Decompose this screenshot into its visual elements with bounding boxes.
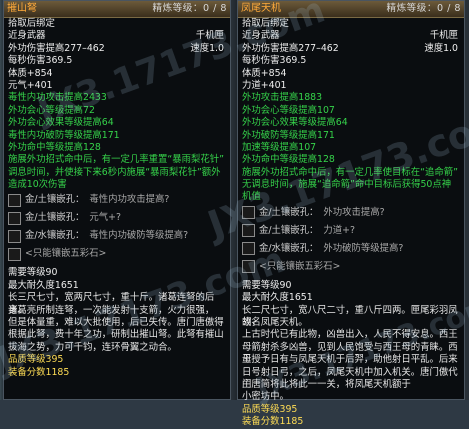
refine-level: 精炼等级：0 / 8 bbox=[386, 3, 461, 14]
tooltip-header: 摧山弩 精炼等级：0 / 8 bbox=[4, 1, 230, 18]
item-name: 凤尾天机 bbox=[241, 3, 281, 14]
special-effect-line: 无调息时间，施展“追命箭”命中目标后获得50点神 bbox=[242, 179, 452, 191]
green-attribute: 外功会心效果等级提高64 bbox=[242, 117, 348, 129]
gem-socket[interactable]: 金/土镶嵌孔： 毒性内功攻击提高? bbox=[8, 191, 227, 209]
dps: 每秒伤害369.5 bbox=[8, 55, 73, 67]
stat-primary: 体质+854 bbox=[242, 67, 287, 79]
item-description-line: 母箭射杀多凶兽，见到人民饱受与西王母的青睐。西王 bbox=[242, 341, 458, 366]
weapon-type-row: 近身武器 千机匣 bbox=[242, 30, 461, 42]
stat-secondary: 力道+401 bbox=[242, 79, 287, 91]
green-attribute: 毒性内功破防等级提高171 bbox=[8, 129, 120, 141]
tooltip-header: 凤尾天机 精炼等级：0 / 8 bbox=[238, 1, 464, 18]
socket-effect: 毒性内功攻击提高? bbox=[89, 194, 170, 206]
socket-effect: 外功攻击提高? bbox=[323, 206, 385, 218]
special-effect-line: 施展外功招式命中后，有一定几率重置“暴雨梨花针” bbox=[8, 154, 224, 166]
bind-status: 拾取后绑定 bbox=[242, 18, 289, 29]
socket-icon bbox=[8, 247, 21, 261]
special-effect-line: 施展外功招式命中后，有一定几率使目标在“追命箭” bbox=[242, 166, 458, 178]
socket-icon bbox=[242, 242, 255, 256]
max-durability: 最大耐久度1651 bbox=[8, 279, 79, 291]
green-attribute: 外功会心效果等级提高64 bbox=[8, 117, 114, 129]
socket-label: 金/土镶嵌孔： bbox=[259, 206, 319, 218]
damage-row: 外功伤害提高277–462 速度1.0 bbox=[8, 43, 227, 55]
damage-row: 外功伤害提高277–462 速度1.0 bbox=[242, 43, 461, 55]
socket-label: 金/水镶嵌孔： bbox=[259, 242, 319, 254]
quality-level: 品质等级395 bbox=[8, 354, 64, 366]
item-description-line: 长三尺七寸，宽两尺七寸，重十斤。诸葛连弩的后身。 bbox=[8, 292, 215, 316]
green-attribute: 加速等级提高107 bbox=[242, 141, 317, 153]
damage: 外功伤害提高277–462 bbox=[8, 42, 105, 54]
socket-label: 金/土镶嵌孔： bbox=[25, 212, 85, 224]
item-description-line: 诸葛亮所制连弩，一次能发射十支箭，火力很强， bbox=[8, 304, 215, 316]
required-level: 需要等级90 bbox=[8, 267, 58, 279]
socket-icon bbox=[8, 229, 21, 243]
socket-effect: 毒性内功破防等级提高? bbox=[89, 230, 189, 242]
socket-icon bbox=[242, 206, 255, 220]
gem-socket[interactable]: 金/土镶嵌孔： 外功攻击提高? bbox=[242, 204, 461, 222]
item-description-line: 小密坊中。 bbox=[242, 391, 289, 403]
socket-label: <只能镶嵌五彩石> bbox=[259, 260, 341, 272]
green-attribute: 外功攻击提高1883 bbox=[242, 92, 323, 104]
colored-stone-socket[interactable]: <只能镶嵌五彩石> bbox=[242, 258, 461, 276]
socket-label: 金/土镶嵌孔： bbox=[259, 224, 319, 236]
gem-socket[interactable]: 金/水镶嵌孔： 外功破防等级提高? bbox=[242, 240, 461, 258]
item-description-line: 拔海之势，力可千钧，连环骨翼之动合。 bbox=[8, 341, 177, 353]
green-attribute: 外功破防等级提高171 bbox=[242, 129, 335, 141]
special-effect-line: 调息时间，并使接下来6秒内施展“暴雨梨花针”额外 bbox=[8, 166, 221, 178]
socket-effect: 元气+? bbox=[89, 212, 122, 224]
damage: 外功伤害提高277–462 bbox=[242, 42, 339, 54]
gem-socket[interactable]: 金/土镶嵌孔： 元气+? bbox=[8, 209, 227, 227]
weapon-category: 千机匣 bbox=[195, 30, 224, 42]
dps: 每秒伤害369.5 bbox=[242, 55, 307, 67]
item-description-line: 长二尺七寸，宽八尺二寸，重八斤四两。匣尾彩羽凤翎， bbox=[242, 304, 458, 329]
green-attribute: 外功命中等级提高128 bbox=[8, 141, 101, 153]
gem-socket[interactable]: 金/土镶嵌孔： 力道+? bbox=[242, 222, 461, 240]
item-description-line: 上古时代已有此物，凶兽出入，人民不得安息。西王 bbox=[242, 329, 458, 341]
stat-primary: 体质+854 bbox=[8, 67, 53, 79]
item-tooltip-left: 摧山弩 精炼等级：0 / 8 拾取后绑定 近身武器 千机匣 外功伤害提高277–… bbox=[3, 0, 231, 400]
socket-icon bbox=[8, 193, 21, 207]
socket-label: <只能镶嵌五彩石> bbox=[25, 248, 107, 260]
special-effect-line: 造成10次伤害 bbox=[8, 179, 67, 191]
item-description-line: 母授予日有与凤尾天机于后羿，助他射日平乱。后来 bbox=[242, 354, 458, 366]
item-description-line: 根据此弩，费十年之功，研制出摧山弩。此弩有摧山 bbox=[8, 329, 224, 341]
green-attribute: 外功会心等级提高107 bbox=[242, 104, 335, 116]
socket-icon bbox=[242, 260, 255, 274]
weapon-type-row: 近身武器 千机匣 bbox=[8, 30, 227, 42]
item-description-line: 但是体量重，难以大批使用，后已失传。唐门唐傲得 bbox=[8, 317, 224, 329]
equipment-score: 装备分数1185 bbox=[8, 366, 70, 378]
green-attribute: 外功会心等级提高72 bbox=[8, 104, 95, 116]
green-attribute: 外功命中等级提高128 bbox=[242, 154, 335, 166]
socket-icon bbox=[8, 211, 21, 225]
weapon-type: 近身武器 bbox=[8, 30, 46, 42]
socket-icon bbox=[242, 224, 255, 238]
colored-stone-socket[interactable]: <只能镶嵌五彩石> bbox=[8, 245, 227, 263]
required-level: 需要等级90 bbox=[242, 279, 292, 291]
quality-level: 品质等级395 bbox=[242, 403, 298, 415]
equipment-score: 装备分数1185 bbox=[242, 416, 304, 428]
green-attribute: 毒性内功攻击提高2433 bbox=[8, 92, 107, 104]
special-effect-line: 机值 bbox=[242, 191, 261, 203]
refine-level: 精炼等级：0 / 8 bbox=[152, 3, 227, 14]
weapon-type: 近身武器 bbox=[242, 30, 280, 42]
item-description-line: 主唐简将此将此一一关，将凤尾天机额于 bbox=[242, 378, 411, 390]
stat-secondary: 元气+401 bbox=[8, 79, 53, 91]
item-description-line: 故名凤尾天机。 bbox=[242, 317, 308, 329]
weapon-category: 千机匣 bbox=[429, 30, 458, 42]
gem-socket[interactable]: 金/水镶嵌孔： 毒性内功破防等级提高? bbox=[8, 227, 227, 245]
socket-label: 金/土镶嵌孔： bbox=[25, 194, 85, 206]
socket-effect: 力道+? bbox=[323, 224, 356, 236]
item-tooltip-right: 凤尾天机 精炼等级：0 / 8 拾取后绑定 近身武器 千机匣 外功伤害提高277… bbox=[237, 0, 465, 427]
socket-effect: 外功破防等级提高? bbox=[323, 242, 404, 254]
item-name: 摧山弩 bbox=[7, 3, 37, 14]
attack-speed: 速度1.0 bbox=[424, 42, 458, 54]
attack-speed: 速度1.0 bbox=[190, 42, 224, 54]
socket-label: 金/水镶嵌孔： bbox=[25, 230, 85, 242]
item-description-line: 日号射日弓，之后，凤尾天机中加入机关。唐门傲代门 bbox=[242, 366, 458, 390]
max-durability: 最大耐久度1651 bbox=[242, 292, 313, 304]
bind-status: 拾取后绑定 bbox=[8, 18, 55, 29]
